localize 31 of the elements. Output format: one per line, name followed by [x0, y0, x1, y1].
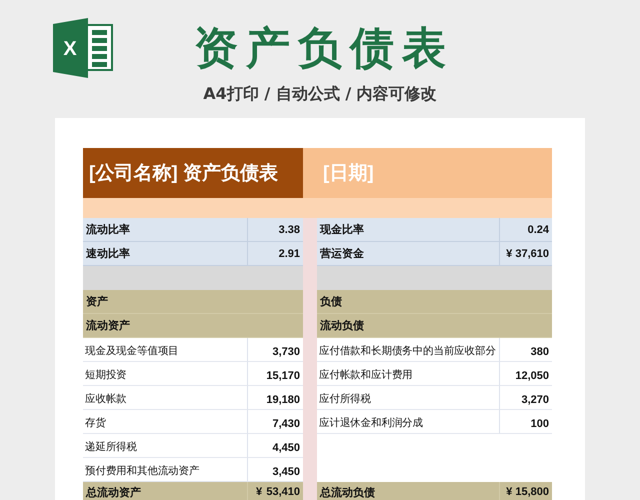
- table-cell: 应计退休金和利润分成: [317, 410, 500, 434]
- sheet-title: [公司名称] 资产负债表: [83, 148, 303, 198]
- table-cell: 短期投资: [83, 362, 248, 386]
- section-heading: 负债: [317, 290, 552, 314]
- table-cell: 3.38: [248, 218, 303, 242]
- table-cell: 0.24: [500, 218, 552, 242]
- page-title: 资产负债表: [193, 22, 454, 76]
- table-cell: 2.91: [248, 242, 303, 266]
- table-cell: 应付帐款和应计费用: [317, 362, 500, 386]
- table-cell: ¥ 37,610: [500, 242, 552, 266]
- section-heading: 流动负债: [317, 314, 552, 338]
- total-value: ¥ 15,800: [500, 482, 552, 500]
- table-cell: 速动比率: [83, 242, 248, 266]
- table-cell: 流动比率: [83, 218, 248, 242]
- table-cell: 现金及现金等值项目: [83, 338, 248, 362]
- section-heading: 流动资产: [83, 314, 303, 338]
- page-subtitle: A4打印 / 自动公式 / 内容可修改: [203, 83, 437, 105]
- currency-symbol: ¥: [256, 486, 262, 498]
- table-cell: 现金比率: [317, 218, 500, 242]
- table-cell: 存货: [83, 410, 248, 434]
- total-label: 总流动资产: [83, 482, 248, 500]
- section-heading: 资产: [83, 290, 303, 314]
- table-cell: 应收帐款: [83, 386, 248, 410]
- table-cell: 应付借款和长期债务中的当前应收部分: [317, 338, 500, 362]
- table-cell: 应付所得税: [317, 386, 500, 410]
- total-label: 总流动负债: [317, 482, 500, 500]
- table-cell: 营运资金: [317, 242, 500, 266]
- total-value: 53,410: [266, 486, 300, 498]
- table-cell: 预付费用和其他流动资产: [83, 458, 248, 482]
- table-cell: 递延所得税: [83, 434, 248, 458]
- date-cell: [日期]: [303, 148, 552, 198]
